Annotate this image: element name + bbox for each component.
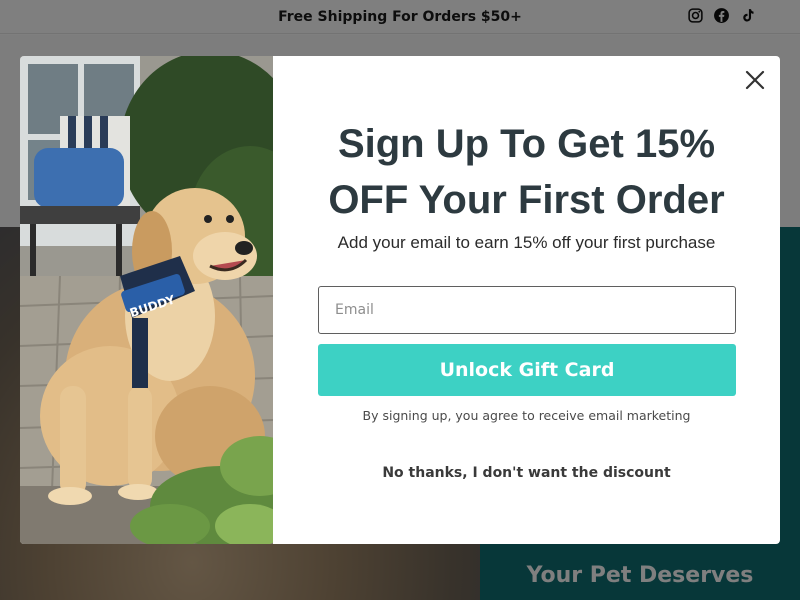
signup-popup: BUDDY Sign Up To Get 15% OFF Your First … <box>20 56 780 544</box>
email-field[interactable] <box>318 286 736 334</box>
marketing-disclaimer: By signing up, you agree to receive emai… <box>362 408 691 423</box>
popup-headline: Sign Up To Get 15% OFF Your First Order <box>273 116 780 228</box>
headline-line-2: OFF Your First Order <box>328 178 725 222</box>
headline-line-1: Sign Up To Get 15% <box>337 122 716 166</box>
close-icon <box>745 70 765 90</box>
unlock-gift-card-button[interactable]: Unlock Gift Card <box>318 344 736 396</box>
popup-content: Sign Up To Get 15% OFF Your First Order … <box>273 56 780 544</box>
popup-subheadline: Add your email to earn 15% off your firs… <box>337 233 716 252</box>
dog-photo: BUDDY <box>20 56 273 544</box>
decline-discount-link[interactable]: No thanks, I don't want the discount <box>273 465 780 481</box>
close-button[interactable] <box>744 69 766 91</box>
